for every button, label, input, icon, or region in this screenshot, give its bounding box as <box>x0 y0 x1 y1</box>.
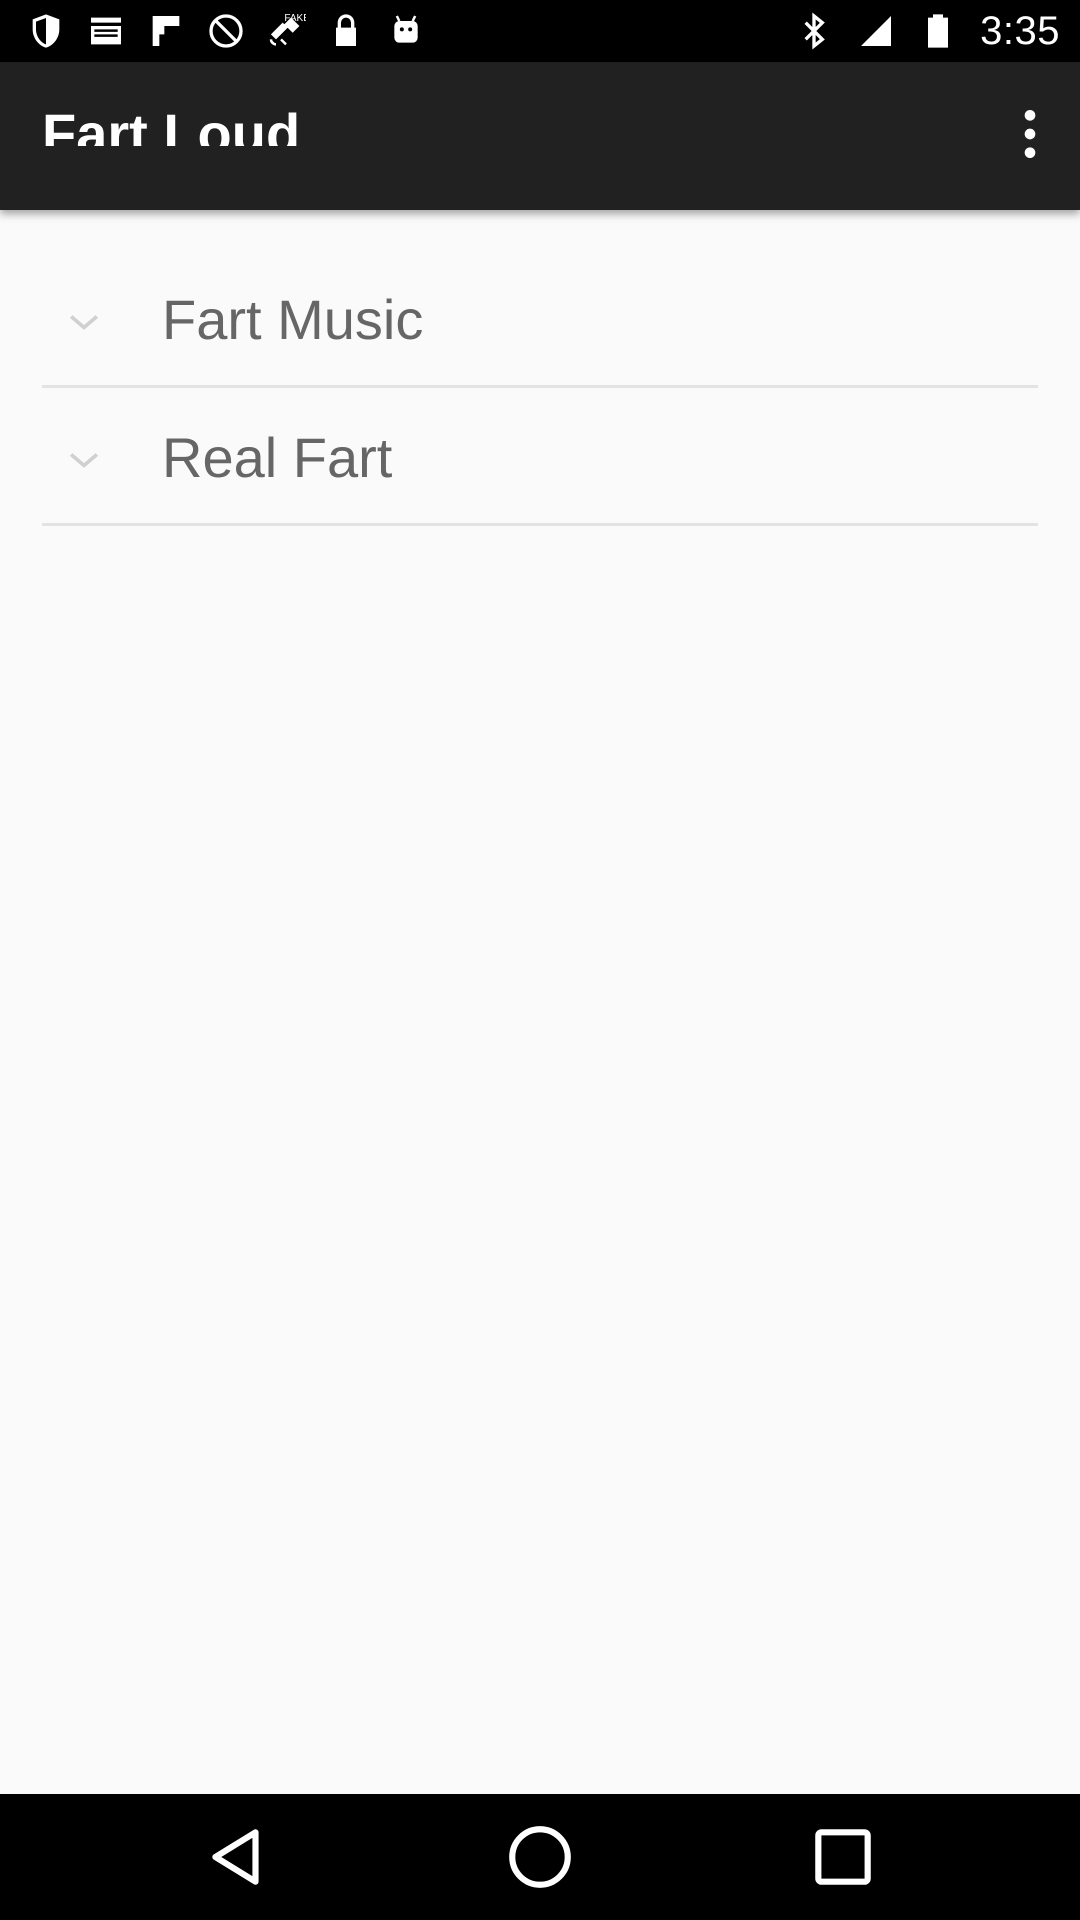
home-icon <box>509 1826 571 1888</box>
list-item-fart-music[interactable]: Fart Music <box>42 250 1038 388</box>
navigation-bar <box>0 1794 1080 1920</box>
overflow-menu-button[interactable] <box>998 102 1062 166</box>
shield-icon <box>26 11 66 51</box>
status-clock: 3:35 <box>980 8 1060 53</box>
do-not-disturb-icon <box>206 11 246 51</box>
more-vert-icon <box>1024 110 1036 158</box>
status-notifications: FAKE <box>26 8 426 54</box>
back-button[interactable] <box>200 1820 274 1894</box>
app-bar: Fart Loud <box>0 62 1080 210</box>
list-item-label: Real Fart <box>162 426 393 489</box>
status-system: 3:35 <box>794 8 1060 54</box>
chevron-down-icon <box>62 438 106 482</box>
category-list: Fart Music Real Fart <box>42 250 1038 526</box>
fake-gps-icon: FAKE <box>266 11 306 51</box>
status-bar: FAKE 3:35 <box>0 0 1080 62</box>
mail-icon <box>86 11 126 51</box>
app-title: Fart Loud <box>42 106 301 146</box>
home-button[interactable] <box>503 1820 577 1894</box>
svg-text:FAKE: FAKE <box>284 13 306 24</box>
screen: FAKE 3:35 Fart Loud <box>0 0 1080 1920</box>
bluetooth-icon <box>794 11 834 51</box>
recents-button[interactable] <box>806 1820 880 1894</box>
back-icon <box>212 1829 259 1885</box>
chevron-down-icon <box>62 300 106 344</box>
flipboard-icon <box>146 11 186 51</box>
recents-icon <box>815 1829 871 1885</box>
android-icon <box>386 11 426 51</box>
signal-icon <box>856 11 896 51</box>
battery-icon <box>918 11 958 51</box>
lock-icon <box>326 11 366 51</box>
list-item-real-fart[interactable]: Real Fart <box>42 388 1038 526</box>
list-item-label: Fart Music <box>162 288 424 351</box>
